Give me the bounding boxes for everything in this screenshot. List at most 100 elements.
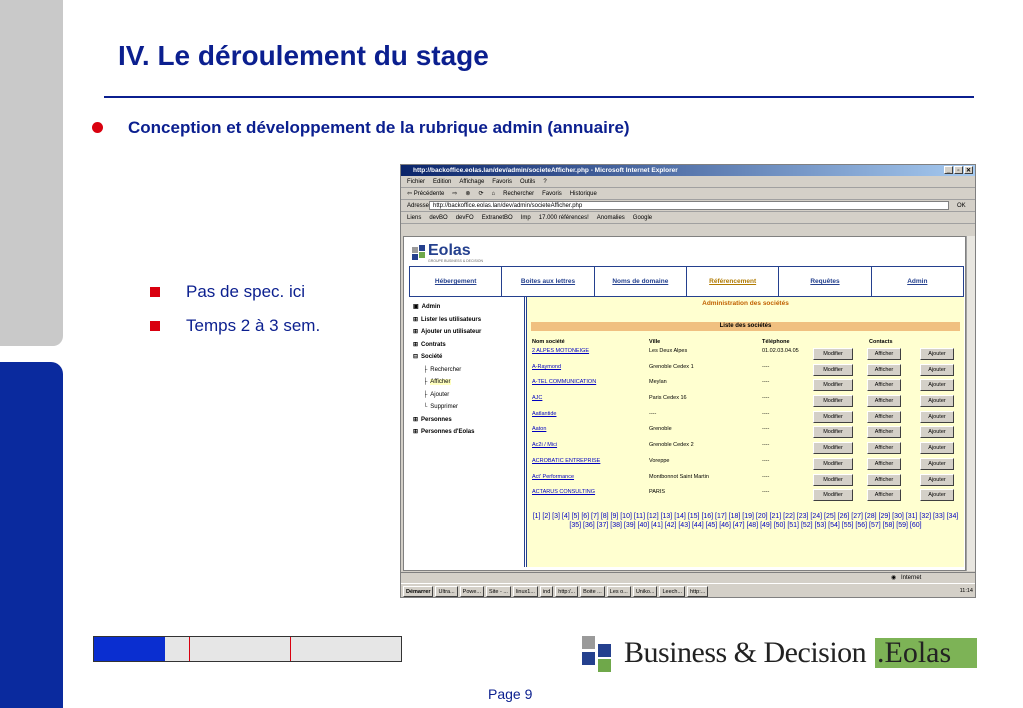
nav-tab[interactable]: Requêtes <box>779 267 872 296</box>
toolbar-button[interactable]: Rechercher <box>503 191 534 197</box>
modify-button[interactable]: Modifier <box>813 379 853 392</box>
add-button[interactable]: Ajouter <box>920 473 954 486</box>
nav-tab[interactable]: Référencement <box>686 267 780 296</box>
go-button[interactable]: OK <box>957 200 966 211</box>
menu-item[interactable]: ? <box>543 179 546 185</box>
tree-item[interactable]: ⊞ Lister les utilisateurs <box>409 314 524 327</box>
modify-button[interactable]: Modifier <box>813 489 853 502</box>
link-item[interactable]: Anomalies <box>597 215 625 221</box>
modify-button[interactable]: Modifier <box>813 363 853 376</box>
view-button[interactable]: Afficher <box>867 410 901 423</box>
view-button[interactable]: Afficher <box>867 363 901 376</box>
view-button[interactable]: Afficher <box>867 473 901 486</box>
start-button[interactable]: Démarrer <box>403 585 434 597</box>
taskbar-item[interactable]: linux1... <box>512 585 538 597</box>
view-button[interactable]: Afficher <box>867 442 901 455</box>
add-button[interactable]: Ajouter <box>920 442 954 455</box>
modify-button[interactable]: Modifier <box>813 457 853 470</box>
tree-item[interactable]: ⊟ Société <box>409 351 524 364</box>
link-item[interactable]: devBO <box>429 215 447 221</box>
toolbar-button[interactable]: Favoris <box>542 191 562 197</box>
view-button[interactable]: Afficher <box>867 457 901 470</box>
close-button[interactable]: ✕ <box>964 166 973 174</box>
add-button[interactable]: Ajouter <box>920 410 954 423</box>
menu-item[interactable]: Outils <box>520 179 535 185</box>
address-input[interactable]: http://backoffice.eolas.lan/dev/admin/so… <box>429 201 949 210</box>
add-button[interactable]: Ajouter <box>920 457 954 470</box>
tree-item[interactable]: ├ Rechercher <box>409 364 524 377</box>
table-row: ACROBATIC ENTREPRISE Voreppe ---- Modifier A… <box>527 457 964 473</box>
tree-item[interactable]: ⊞ Ajouter un utilisateur <box>409 326 524 339</box>
add-button[interactable]: Ajouter <box>920 489 954 502</box>
add-button[interactable]: Ajouter <box>920 348 954 360</box>
taskbar-item[interactable]: http:... <box>687 585 709 597</box>
menu-item[interactable]: Affichage <box>459 179 484 185</box>
toolbar-button[interactable]: ⟳ <box>478 191 483 197</box>
taskbar-item[interactable]: http:/... <box>555 585 579 597</box>
modify-button[interactable]: Modifier <box>813 410 853 423</box>
modify-button[interactable]: Modifier <box>813 473 853 486</box>
tree-item[interactable]: ▣ Admin <box>409 301 524 314</box>
scrollbar[interactable] <box>966 236 975 571</box>
tree-item[interactable]: ⊞ Personnes d'Eolas <box>409 426 524 439</box>
tree-item[interactable]: ├ Ajouter <box>409 389 524 402</box>
taskbar-item[interactable]: Site - ... <box>486 585 511 597</box>
view-button[interactable]: Afficher <box>867 426 901 439</box>
toolbar-button[interactable]: ⇦ Précédente <box>407 191 444 197</box>
tree-item[interactable]: ⊞ Personnes <box>409 414 524 427</box>
taskbar-item[interactable]: Boite ... <box>580 585 605 597</box>
toolbar-button[interactable]: ⇨ <box>452 191 457 197</box>
nav-tab[interactable]: Hébergement <box>410 267 503 296</box>
link-item[interactable]: devFO <box>456 215 474 221</box>
tree-item[interactable]: └ Supprimer <box>409 401 524 414</box>
view-button[interactable]: Afficher <box>867 489 901 502</box>
company-link[interactable]: AJC <box>532 395 542 401</box>
taskbar-item[interactable]: Les o... <box>606 585 631 597</box>
tree-item[interactable]: ⊞ Contrats <box>409 339 524 352</box>
company-link[interactable]: ACROBATIC ENTREPRISE <box>532 458 600 464</box>
modify-button[interactable]: Modifier <box>813 395 853 408</box>
menu-item[interactable]: Fichier <box>407 179 425 185</box>
add-button[interactable]: Ajouter <box>920 363 954 376</box>
link-item[interactable]: ExtranetBO <box>482 215 513 221</box>
taskbar-item[interactable]: ind <box>539 585 554 597</box>
view-button[interactable]: Afficher <box>867 395 901 408</box>
taskbar-item[interactable]: Ultra... <box>435 585 458 597</box>
nav-tab[interactable]: Admin <box>871 267 963 296</box>
link-item[interactable]: Imp <box>521 215 531 221</box>
modify-button[interactable]: Modifier <box>813 426 853 439</box>
menu-item[interactable]: Favoris <box>492 179 512 185</box>
taskbar-item[interactable]: Leech... <box>659 585 686 597</box>
add-button[interactable]: Ajouter <box>920 379 954 392</box>
menu-item[interactable]: Edition <box>433 179 451 185</box>
minimize-button[interactable]: _ <box>944 166 953 174</box>
company-link[interactable]: A-TEL COMMUNICATION <box>532 379 596 385</box>
link-item[interactable]: 17.000 références! <box>539 215 589 221</box>
taskbar-item[interactable]: Powe... <box>459 585 485 597</box>
modify-button[interactable]: Modifier <box>813 348 853 360</box>
company-link[interactable]: A-Raymond <box>532 364 561 370</box>
company-link[interactable]: Aaton <box>532 426 546 432</box>
pagination[interactable]: [1] [2] [3] [4] [5] [6] [7] [8] [9] [10]… <box>527 512 964 530</box>
admin-title: Administration des sociétés <box>702 300 789 307</box>
view-button[interactable]: Afficher <box>867 379 901 392</box>
nav-tab[interactable]: Noms de domaine <box>594 267 687 296</box>
add-button[interactable]: Ajouter <box>920 395 954 408</box>
tree-item[interactable]: ├ Afficher <box>409 376 524 389</box>
nav-tab[interactable]: Boites aux lettres <box>502 267 595 296</box>
modify-button[interactable]: Modifier <box>813 442 853 455</box>
company-link[interactable]: Aatlantide <box>532 411 556 417</box>
add-button[interactable]: Ajouter <box>920 426 954 439</box>
maximize-button[interactable]: ▫ <box>954 166 963 174</box>
toolbar-button[interactable]: ⌂ <box>491 191 495 197</box>
link-item[interactable]: Google <box>633 215 652 221</box>
company-link[interactable]: Act' Performance <box>532 474 574 480</box>
sidebar-decoration-bottom <box>0 362 63 708</box>
view-button[interactable]: Afficher <box>867 348 901 360</box>
toolbar-button[interactable]: ⊗ <box>465 191 470 197</box>
company-link[interactable]: ACTARUS CONSULTING <box>532 489 595 495</box>
company-link[interactable]: 2 ALPES MOTONEIGE <box>532 348 589 354</box>
taskbar-item[interactable]: Uniko... <box>632 585 658 597</box>
company-link[interactable]: Ac2i / Mici <box>532 442 557 448</box>
toolbar-button[interactable]: Historique <box>570 191 597 197</box>
